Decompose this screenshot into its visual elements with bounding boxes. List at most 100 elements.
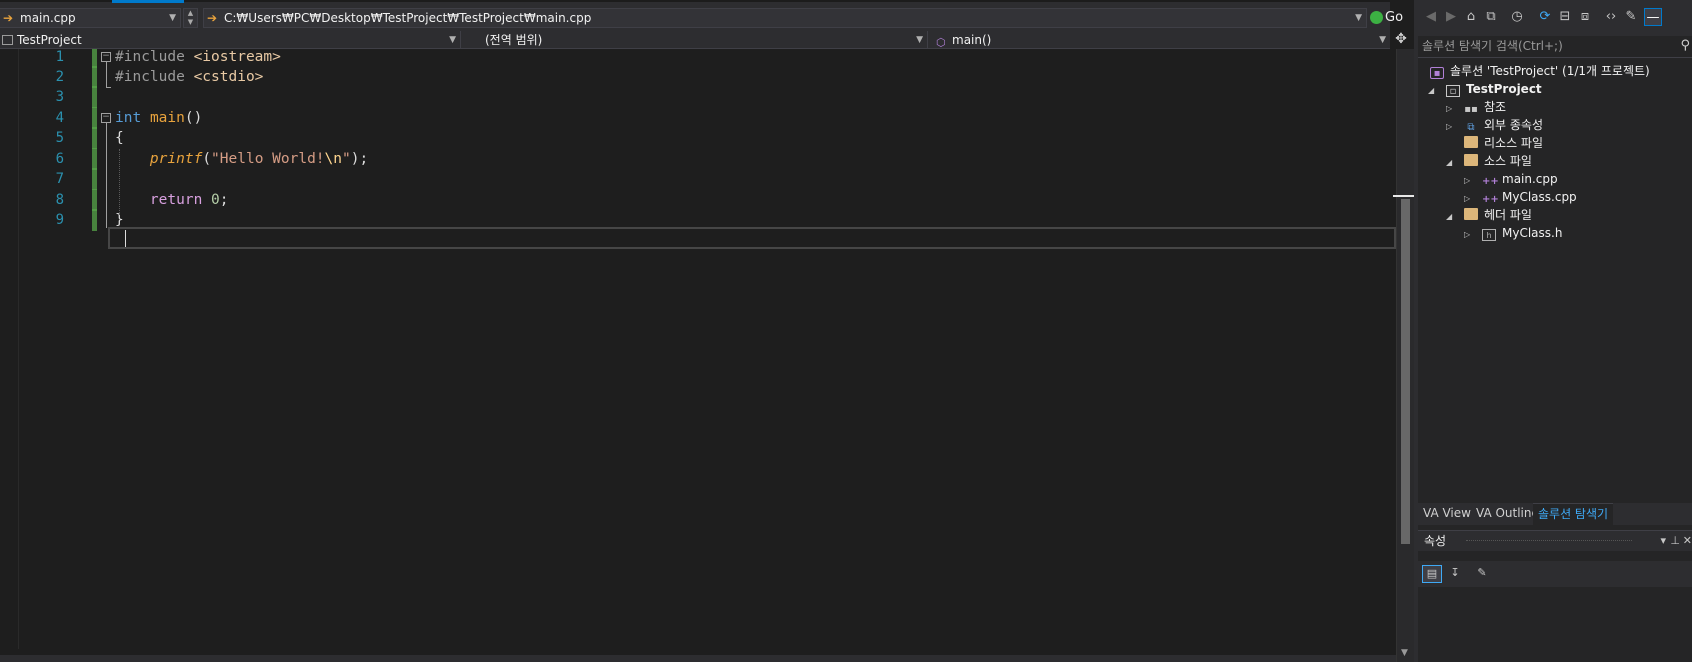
expanded-arrow-icon[interactable]: ◢ [1428,82,1438,100]
tree-item-solution[interactable]: ▪ 솔루션 'TestProject' (1/1개 프로젝트) [1430,62,1650,80]
chevron-down-icon: ▼ [916,35,923,45]
line-number: 8 [55,192,64,208]
tree-item-resource-files[interactable]: 리소스 파일 [1446,134,1543,152]
properties-window: 속성 ▾ ⊥ ✕ ▤ ↧ ✎ [1418,530,1692,662]
tree-item-references[interactable]: ▷ ▪▪ 참조 [1446,98,1506,116]
tree-item-label: 리소스 파일 [1484,136,1544,150]
solution-search-input[interactable]: 솔루션 탐색기 검색(Ctrl+;) ⚲ [1418,36,1692,58]
properties-header: 속성 ▾ ⊥ ✕ [1418,531,1692,551]
chevron-down-icon: ▼ [1355,13,1362,23]
arrow-right-icon: ➔ [207,11,218,25]
expanded-arrow-icon[interactable]: ◢ [1446,208,1456,226]
function-cube-icon: ⬡ [936,36,946,49]
solution-explorer-toolbar: ◀ ▶ ⌂ ⧉ ◷ ⟳ ⊟ ⧈ ‹› ✎ — [1418,0,1692,36]
chevron-down-icon: ▼ [1379,35,1386,45]
collapsed-arrow-icon[interactable]: ▷ [1464,226,1474,244]
current-line-highlight [108,227,1396,249]
pending-changes-filter-icon[interactable]: ◷ [1508,8,1526,26]
search-placeholder: 솔루션 탐색기 검색(Ctrl+;) [1422,39,1563,53]
tree-item-label: MyClass.cpp [1502,190,1577,204]
expanded-arrow-icon[interactable]: ◢ [1446,154,1456,172]
code-line: 3 [0,86,1396,108]
solution-tree: ▪ 솔루션 'TestProject' (1/1개 프로젝트) ◢ ▫ TestPro… [1418,58,1692,503]
change-indicator [92,86,97,108]
show-all-files-icon[interactable]: ⧈ [1576,8,1594,26]
fold-guide [106,62,107,88]
code-editor[interactable]: 1 − #include <iostream> 2 #include <cstd… [0,49,1396,662]
change-indicator [92,127,97,149]
tab-va-view[interactable]: VA View [1418,503,1476,525]
tree-item-source-files[interactable]: ◢ 소스 파일 [1446,152,1532,170]
tab-solution-explorer[interactable]: 솔루션 탐색기 [1533,503,1614,525]
auto-hide-pin-icon[interactable]: — [1644,8,1662,26]
change-indicator [92,148,97,170]
tree-item-external-dependencies[interactable]: ▷ ⧉ 외부 종속성 [1446,116,1543,134]
alphabetical-icon[interactable]: ↧ [1445,565,1465,583]
view-code-icon[interactable]: ‹› [1602,8,1620,26]
scrollbar-thumb[interactable] [1401,199,1410,544]
properties-wrench-icon[interactable]: ✎ [1622,8,1640,26]
project-dropdown[interactable]: TestProject ▼ [0,31,461,49]
scope-dropdown-label: (전역 범위) [485,33,543,47]
switch-views-icon[interactable]: ⧉ [1482,8,1500,26]
caret-position-marker [1393,195,1415,197]
sync-icon[interactable]: ⟳ [1536,8,1554,26]
indent-guide [119,149,120,215]
home-icon[interactable]: ⌂ [1462,8,1480,26]
project-icon: ▫ [1446,85,1460,97]
arrow-right-icon: ➔ [3,11,14,25]
back-icon[interactable]: ◀ [1422,8,1440,26]
status-strip [0,655,1396,662]
collapse-icon[interactable]: − [101,52,111,62]
line-number: 5 [55,130,64,146]
file-spinner[interactable]: ▲ ▼ [183,8,198,28]
member-dropdown[interactable]: ⬡ main() ▼ [930,31,1390,49]
code-line: 2 #include <cstdio> [0,66,1396,88]
tree-item-project[interactable]: ◢ ▫ TestProject [1428,80,1542,98]
project-icon [2,35,13,45]
pin-icon[interactable]: ⊥ [1670,531,1680,551]
path-combo[interactable]: ➔ C:₩Users₩PC₩Desktop₩TestProject₩TestPr… [203,8,1367,28]
path-combo-label: C:₩Users₩PC₩Desktop₩TestProject₩TestProj… [224,11,592,25]
solution-icon: ▪ [1430,67,1444,79]
line-number: 6 [55,151,64,167]
change-indicator [92,209,97,231]
scroll-down-icon[interactable]: ▼ [1401,648,1408,658]
search-icon[interactable]: ⚲ [1680,36,1690,56]
code-navigation-bar: TestProject ▼ (전역 범위) ▼ ⬡ main() ▼ [0,31,1390,49]
scope-dropdown[interactable]: (전역 범위) ▼ [465,31,928,49]
property-pages-icon[interactable]: ✎ [1472,565,1492,583]
vertical-scrollbar[interactable]: ▼ [1393,49,1415,662]
external-dependencies-icon: ⧉ [1467,122,1475,133]
code-text: return 0; [149,192,229,208]
properties-toolbar: ▤ ↧ ✎ [1418,561,1692,587]
tree-item-myclass-h[interactable]: ▷ h MyClass.h [1464,224,1562,242]
close-icon[interactable]: ✕ [1683,531,1692,551]
categorized-icon[interactable]: ▤ [1422,565,1442,583]
go-button-label: Go [1385,10,1404,25]
fold-guide [106,123,107,228]
tree-item-label: main.cpp [1502,172,1558,186]
split-window-icon[interactable]: ✥ [1392,30,1410,48]
tree-item-main-cpp[interactable]: ▷ ++ main.cpp [1464,170,1558,188]
collapse-all-icon[interactable]: ⊟ [1556,8,1574,26]
code-line: 5 { [0,127,1396,149]
forward-icon[interactable]: ▶ [1442,8,1460,26]
code-text: #include <cstdio> [115,69,264,85]
drag-grip[interactable] [1466,540,1632,543]
folder-icon [1464,208,1478,220]
chevron-down-icon[interactable]: ▾ [1660,531,1666,551]
line-number: 4 [55,110,64,126]
change-indicator [92,107,97,129]
tree-item-myclass-cpp[interactable]: ▷ ++ MyClass.cpp [1464,188,1577,206]
member-dropdown-label: main() [952,33,992,47]
line-number: 9 [55,212,64,228]
file-combo[interactable]: ➔ main.cpp ▼ [0,8,181,28]
go-button[interactable]: Go [1370,8,1404,28]
collapse-icon[interactable]: − [101,113,111,123]
folder-icon [1464,136,1478,148]
tree-item-header-files[interactable]: ◢ 헤더 파일 [1446,206,1532,224]
folder-icon [1464,154,1478,166]
tree-item-label: 외부 종속성 [1484,118,1544,132]
header-file-icon: h [1482,229,1496,241]
